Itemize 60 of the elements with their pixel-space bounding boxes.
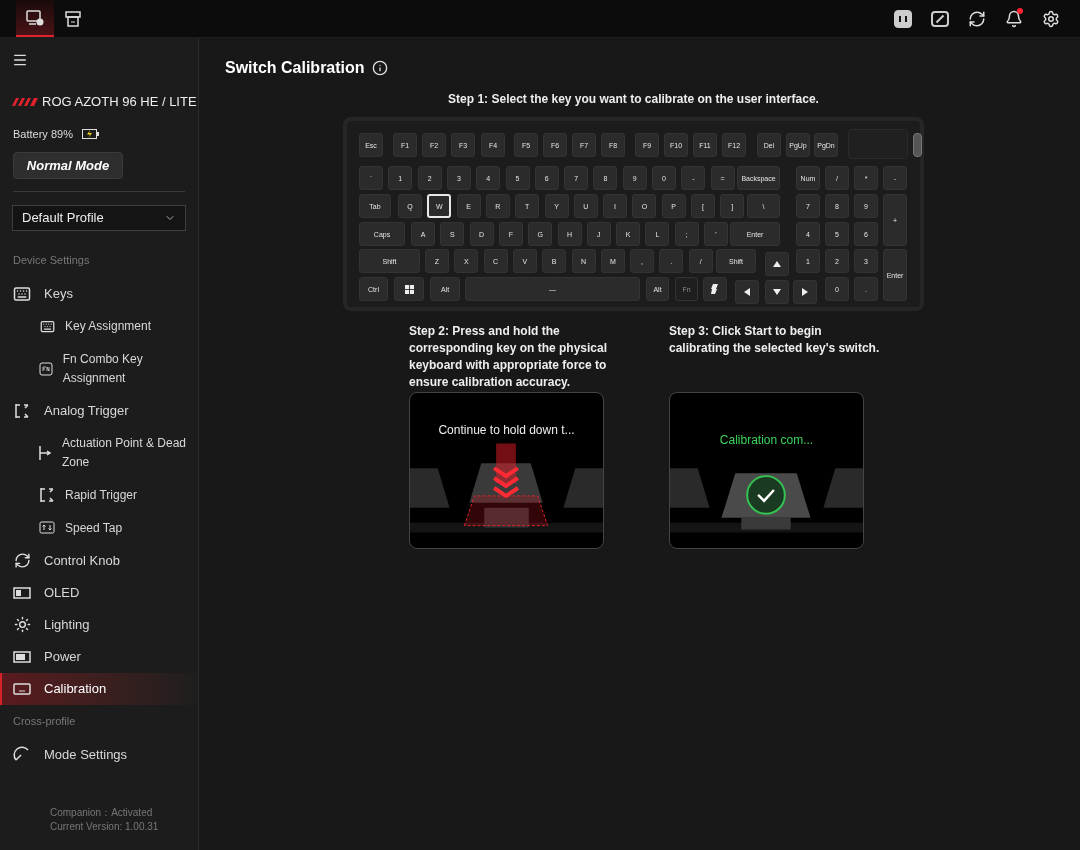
sidebar-subitem[interactable]: Key Assignment: [0, 309, 198, 343]
step-instruction: Step 1: Select the key you want to calibrate on the user interface.: [448, 91, 819, 108]
settings-icon[interactable]: [1042, 9, 1060, 28]
light-icon: [13, 616, 31, 633]
sync-icon[interactable]: [968, 9, 986, 28]
sidebar-item[interactable]: Control Knob: [0, 544, 198, 577]
keyboard-outline-icon: [13, 682, 31, 695]
battery-level: Battery 89%: [13, 126, 73, 142]
footer-text: Companion：Activated: [50, 806, 154, 820]
section-heading: Device Settings: [13, 253, 91, 268]
keyboard-key[interactable]: [793, 280, 817, 304]
sidebar-subitem[interactable]: Actuation Point & Dead Zone: [0, 426, 198, 479]
left-triangle-icon: [744, 288, 750, 296]
keyboard-key[interactable]: [765, 252, 789, 276]
bracket-arrows-icon: [39, 487, 55, 503]
menu-icon[interactable]: [12, 52, 28, 68]
page-title: Switch Calibration: [225, 58, 365, 78]
section-heading: Cross-profile: [13, 713, 77, 729]
device-icon: [26, 9, 44, 26]
up-triangle-icon: [773, 261, 781, 267]
sidebar-subitem[interactable]: Rapid Trigger: [0, 478, 198, 512]
actuation-icon: [38, 444, 53, 461]
sidebar-item[interactable]: Mode Settings: [0, 738, 198, 770]
keyboard-icon: [13, 284, 31, 303]
keyboard-key[interactable]: [735, 280, 759, 304]
bracket-arrows-icon: [14, 402, 30, 419]
copilot-logo-icon: [710, 284, 720, 294]
mode-button[interactable]: Normal Mode: [13, 152, 123, 179]
gauge-icon: [13, 746, 31, 762]
macro-icon[interactable]: [894, 9, 912, 28]
hub-icon: [65, 10, 81, 27]
sidebar-subitem[interactable]: Fn Combo Key Assignment: [0, 342, 198, 395]
step-instruction: Step 2: Press and hold the corresponding key on the physical keyboard with appropriate force to ensure calibration accuracy.: [409, 323, 609, 391]
sidebar-item[interactable]: Keys: [0, 277, 198, 310]
sidebar-item[interactable]: Power: [0, 640, 198, 673]
profile-dropdown[interactable]: Default Profile: [12, 205, 186, 231]
down-triangle-icon: [773, 289, 781, 295]
stripes-logo-icon: [12, 97, 38, 106]
fn-key-icon: [38, 361, 53, 376]
notification-bell-icon[interactable]: [1005, 9, 1023, 28]
sidebar-item[interactable]: Lighting: [0, 608, 198, 641]
keyboard-key[interactable]: [703, 277, 727, 301]
step-instruction: Step 3: Click Start to begin calibrating the selected key's switch.: [669, 323, 881, 357]
sidebar-item[interactable]: OLED: [0, 576, 198, 609]
footer-text: Current Version: 1.00.31: [50, 820, 160, 834]
keyboard-key[interactable]: [765, 280, 789, 304]
keyboard-key[interactable]: [394, 277, 424, 301]
device-name: ROG AZOTH 96 HE / LITE: [42, 93, 197, 111]
windows-logo-icon: [404, 284, 414, 294]
sidebar-subitem[interactable]: Speed Tap: [0, 511, 198, 545]
info-icon[interactable]: [371, 60, 388, 76]
device-tab[interactable]: [16, 0, 54, 37]
right-triangle-icon: [802, 288, 808, 296]
keyboard-icon: [39, 318, 55, 334]
card-message: Calibration com...: [718, 432, 815, 449]
sidebar-item[interactable]: Analog Trigger: [0, 394, 198, 427]
speed-tap-icon: [39, 521, 55, 535]
card-message: Continue to hold down t...: [437, 422, 576, 439]
battery-icon: [13, 650, 31, 663]
screen-icon: [13, 586, 31, 599]
